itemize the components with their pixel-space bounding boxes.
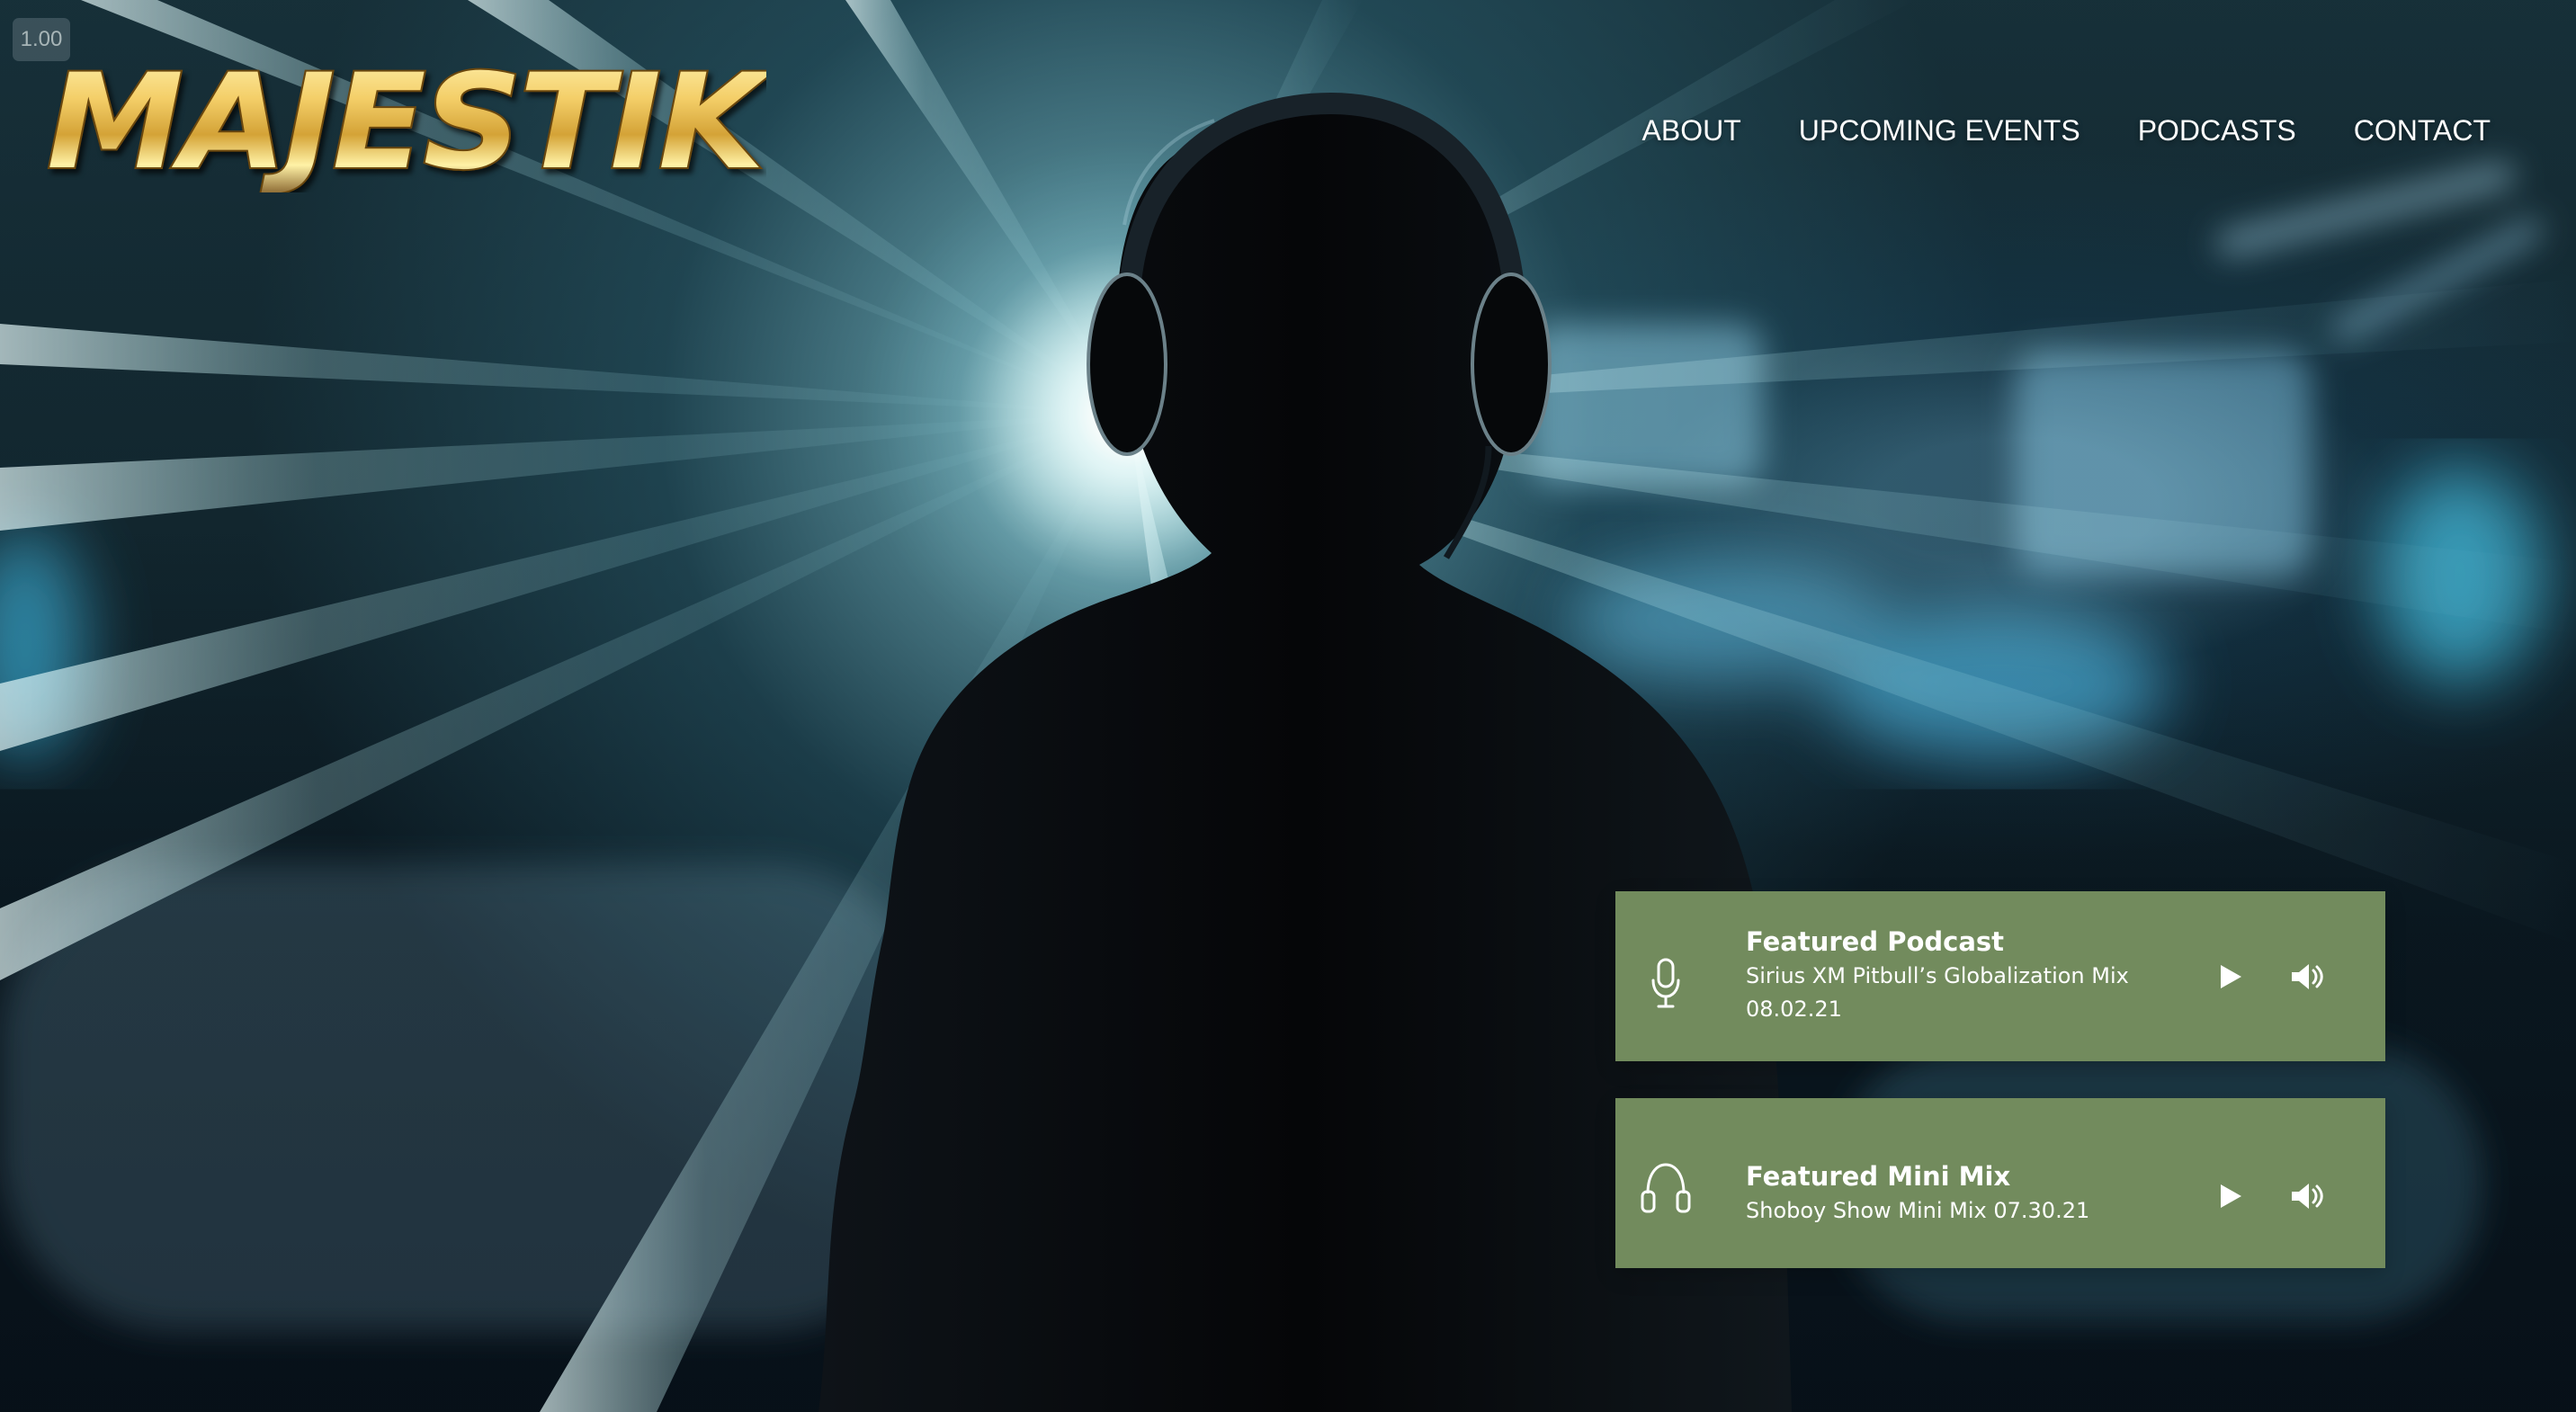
featured-podcast-subtitle: Sirius XM Pitbull’s Globalization Mix 08… (1746, 963, 2129, 1022)
volume-icon (2292, 964, 2309, 989)
version-badge: 1.00 (13, 18, 70, 61)
headphone-earcup (1087, 273, 1167, 456)
volume-button[interactable] (2283, 1174, 2328, 1219)
majestik-logo[interactable]: MAJESTIK (47, 49, 766, 192)
nav-link-podcasts[interactable]: PODCASTS (2138, 110, 2296, 151)
featured-mini-mix-copy: Featured Mini Mix Shoboy Show Mini Mix 0… (1746, 1160, 2169, 1228)
nav-link-about[interactable]: ABOUT (1642, 110, 1741, 151)
featured-podcast-card: Featured Podcast Sirius XM Pitbull’s Glo… (1615, 891, 2385, 1061)
headphones-icon (1641, 1163, 1691, 1213)
featured-podcast-copy: Featured Podcast Sirius XM Pitbull’s Glo… (1746, 925, 2169, 1026)
featured-podcast-title: Featured Podcast (1746, 926, 2005, 957)
play-button[interactable] (2207, 1174, 2252, 1219)
featured-mini-mix-subtitle: Shoboy Show Mini Mix 07.30.21 (1746, 1198, 2090, 1223)
microphone-icon (1651, 958, 1680, 1008)
featured-mini-mix-card: Featured Mini Mix Shoboy Show Mini Mix 0… (1615, 1098, 2385, 1268)
primary-navigation: ABOUT UPCOMING EVENTS PODCASTS CONTACT (1642, 110, 2491, 151)
nav-link-upcoming-events[interactable]: UPCOMING EVENTS (1799, 110, 2080, 151)
headphone-earcup (1471, 273, 1552, 456)
hero-stage: 1.00 MAJESTIK ABOUT UPCOMING EVENTS PODC… (0, 0, 2576, 1412)
nav-link-contact[interactable]: CONTACT (2354, 110, 2491, 151)
play-icon (2221, 965, 2241, 988)
volume-button[interactable] (2283, 954, 2328, 999)
play-icon (2221, 1184, 2241, 1208)
play-button[interactable] (2207, 954, 2252, 999)
logo-wordmark: MAJESTIK (47, 49, 766, 192)
volume-icon (2292, 1184, 2309, 1209)
featured-mini-mix-title: Featured Mini Mix (1746, 1161, 2011, 1192)
